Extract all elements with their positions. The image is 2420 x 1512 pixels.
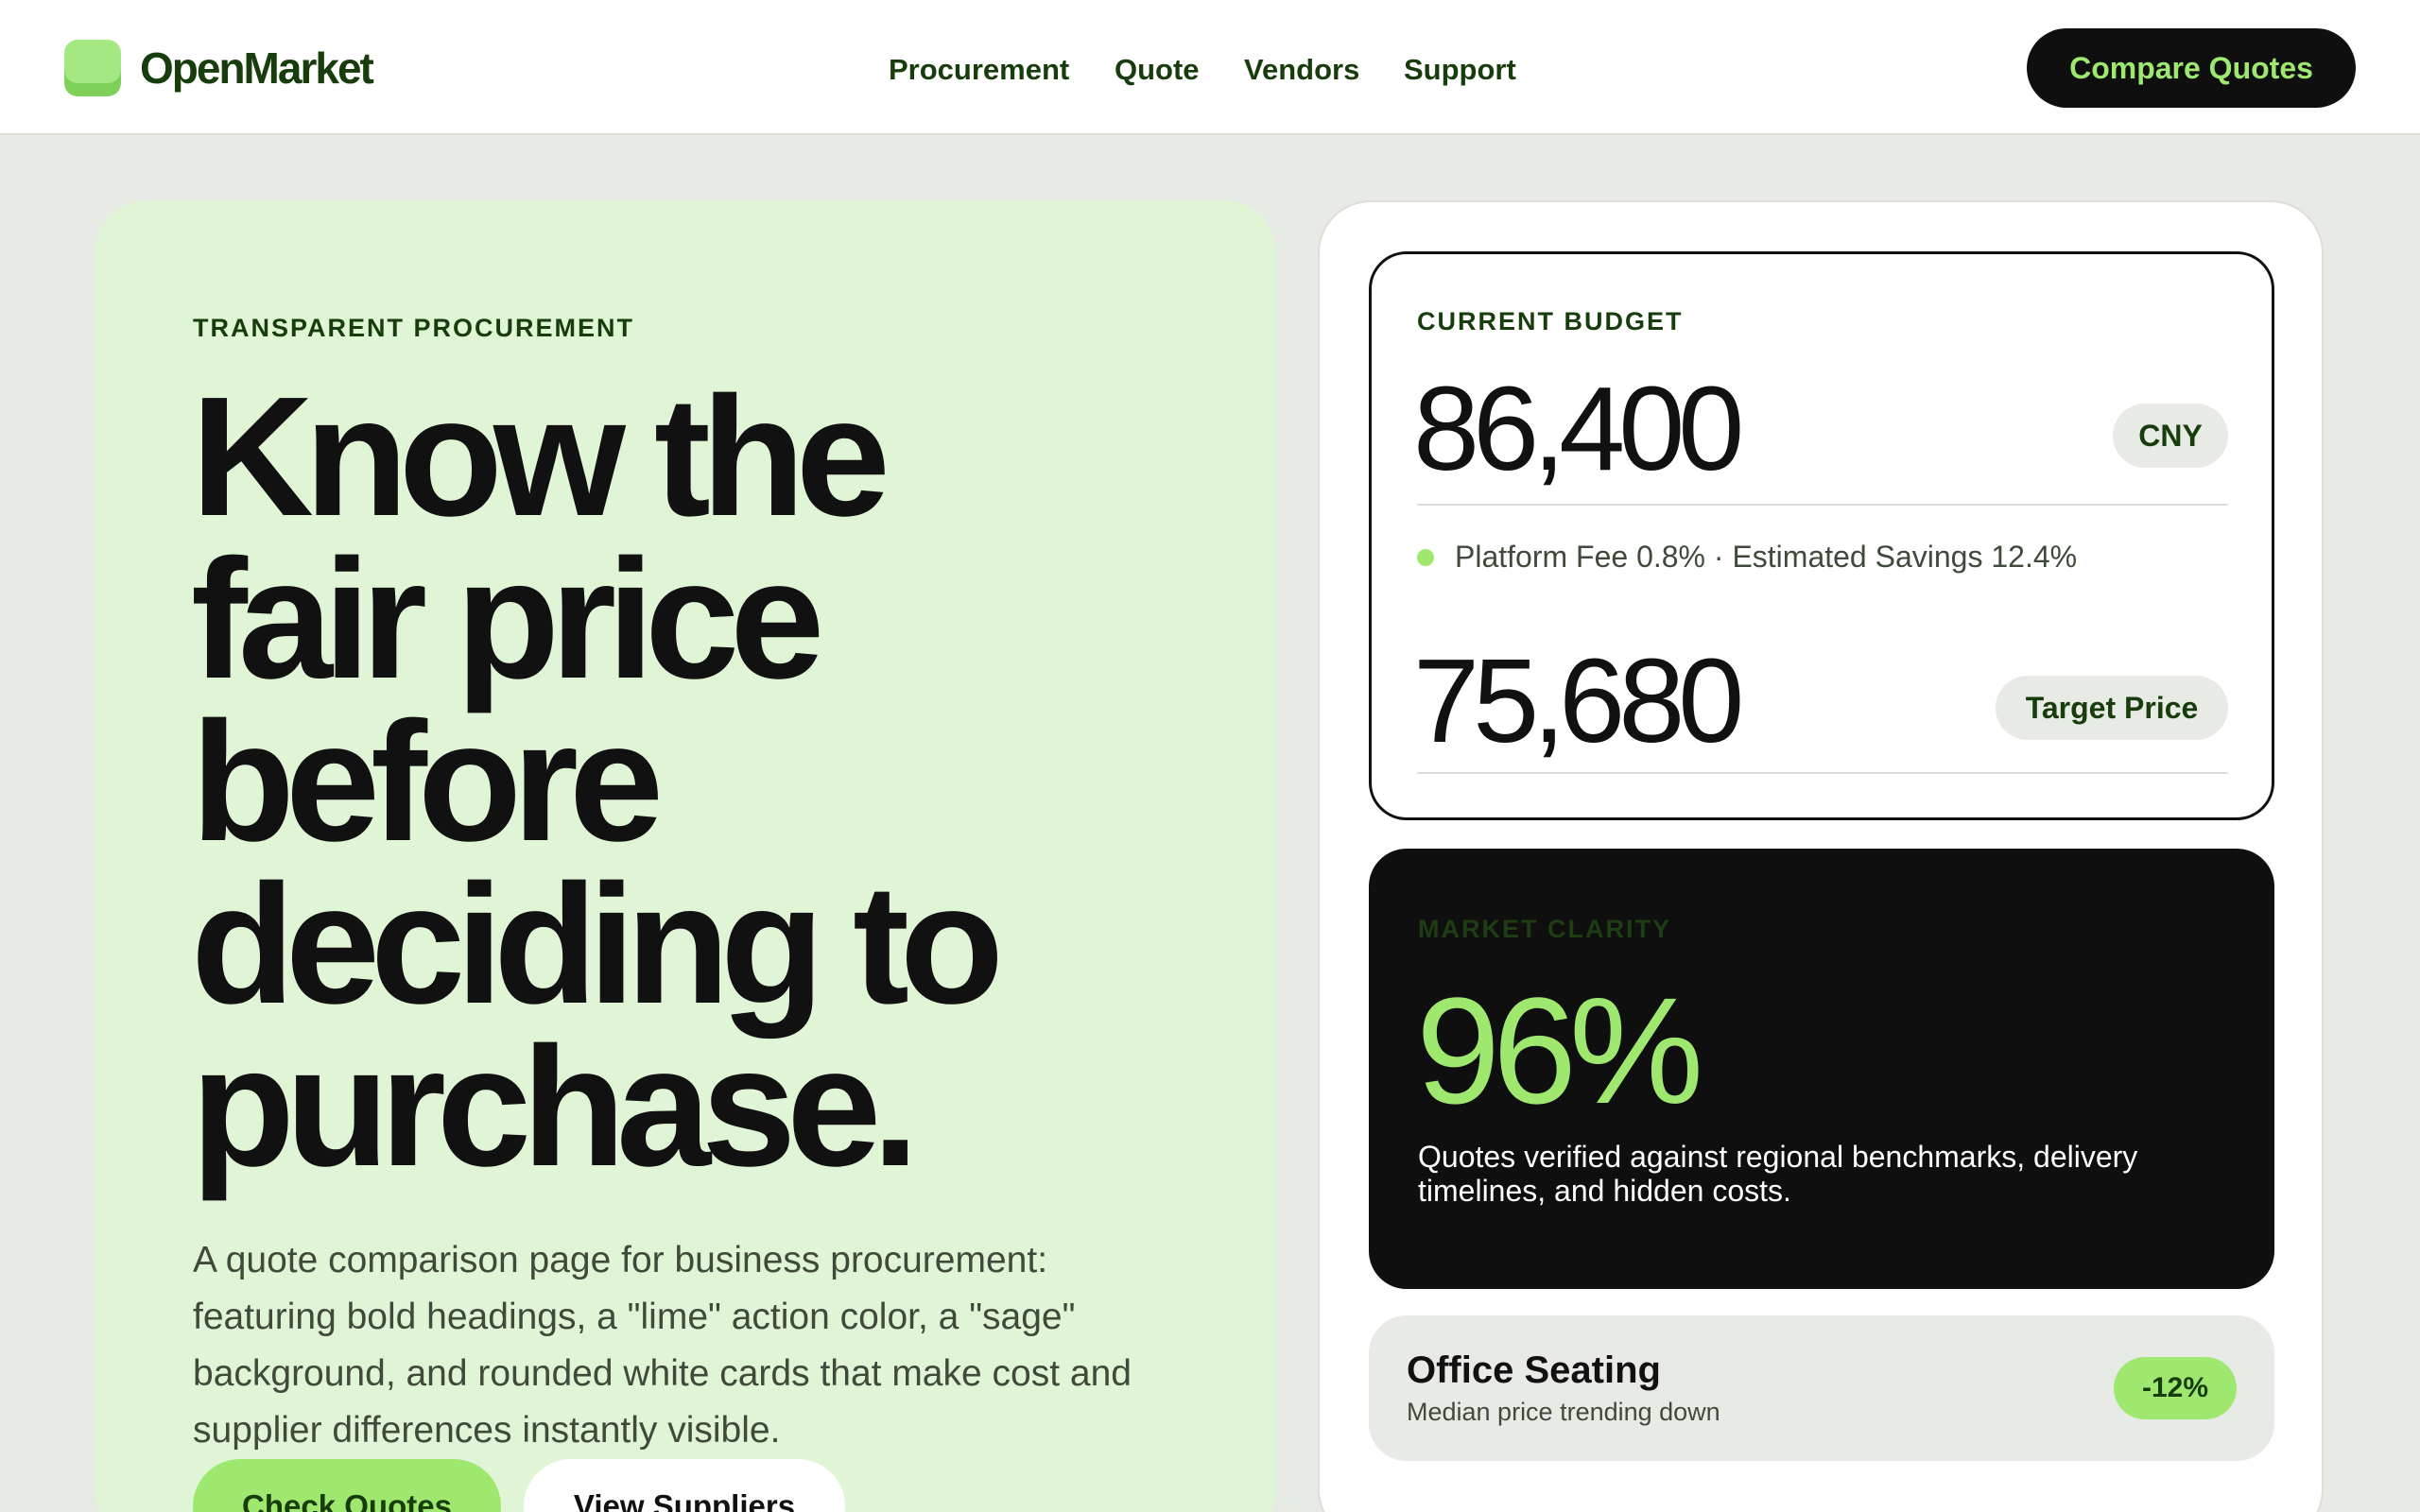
compare-quotes-button[interactable]: Compare Quotes bbox=[2027, 28, 2356, 108]
hero-eyebrow: TRANSPARENT PROCUREMENT bbox=[193, 314, 635, 342]
summary-panel: CURRENT BUDGET 86,400 CNY Platform Fee 0… bbox=[1318, 200, 2324, 1512]
divider bbox=[1417, 504, 2228, 506]
nav-item-support[interactable]: Support bbox=[1404, 49, 1516, 91]
clarity-label: MARKET CLARITY bbox=[1418, 915, 1671, 943]
headline-line: before bbox=[191, 687, 664, 877]
budget-amount: 86,400 bbox=[1413, 362, 1744, 495]
nav-item-vendors[interactable]: Vendors bbox=[1244, 49, 1359, 91]
headline-line: purchase. bbox=[191, 1012, 919, 1202]
nav-item-quote[interactable]: Quote bbox=[1115, 49, 1200, 91]
currency-badge: CNY bbox=[2113, 404, 2228, 468]
list-item[interactable]: Office Seating Median price trending dow… bbox=[1369, 1315, 2274, 1461]
check-quotes-button[interactable]: Check Quotes bbox=[193, 1459, 501, 1512]
item-subtitle: Median price trending down bbox=[1407, 1398, 1720, 1426]
hero-card: TRANSPARENT PROCUREMENT Know the fair pr… bbox=[95, 200, 1276, 1512]
hero-description: A quote comparison page for business pro… bbox=[193, 1240, 1132, 1451]
divider bbox=[1417, 772, 2228, 774]
item-title: Office Seating bbox=[1407, 1349, 1661, 1391]
nav-item-procurement[interactable]: Procurement bbox=[889, 49, 1069, 91]
trend-badge: -12% bbox=[2114, 1357, 2237, 1419]
headline-line: deciding to bbox=[191, 850, 1004, 1040]
view-suppliers-button[interactable]: View Suppliers bbox=[524, 1459, 845, 1512]
status-dot-icon bbox=[1417, 549, 1434, 566]
hero-headline: Know the fair price before deciding to p… bbox=[191, 362, 1250, 1202]
fee-row: Platform Fee 0.8% · Estimated Savings 12… bbox=[1417, 536, 2230, 577]
target-amount: 75,680 bbox=[1413, 634, 1744, 767]
budget-label: CURRENT BUDGET bbox=[1417, 307, 1684, 335]
budget-card: CURRENT BUDGET 86,400 CNY Platform Fee 0… bbox=[1369, 251, 2274, 820]
headline-line: Know the bbox=[191, 362, 890, 552]
clarity-description: Quotes verified against regional benchma… bbox=[1418, 1140, 2138, 1208]
target-price-badge: Target Price bbox=[1996, 676, 2228, 740]
fee-text: Platform Fee 0.8% · Estimated Savings 12… bbox=[1455, 540, 2078, 574]
clarity-value: 96% bbox=[1416, 966, 1703, 1135]
headline-line: fair price bbox=[191, 524, 824, 714]
top-header: OpenMarket Procurement Quote Vendors Sup… bbox=[0, 0, 2420, 135]
market-clarity-card: MARKET CLARITY 96% Quotes verified again… bbox=[1369, 849, 2274, 1289]
